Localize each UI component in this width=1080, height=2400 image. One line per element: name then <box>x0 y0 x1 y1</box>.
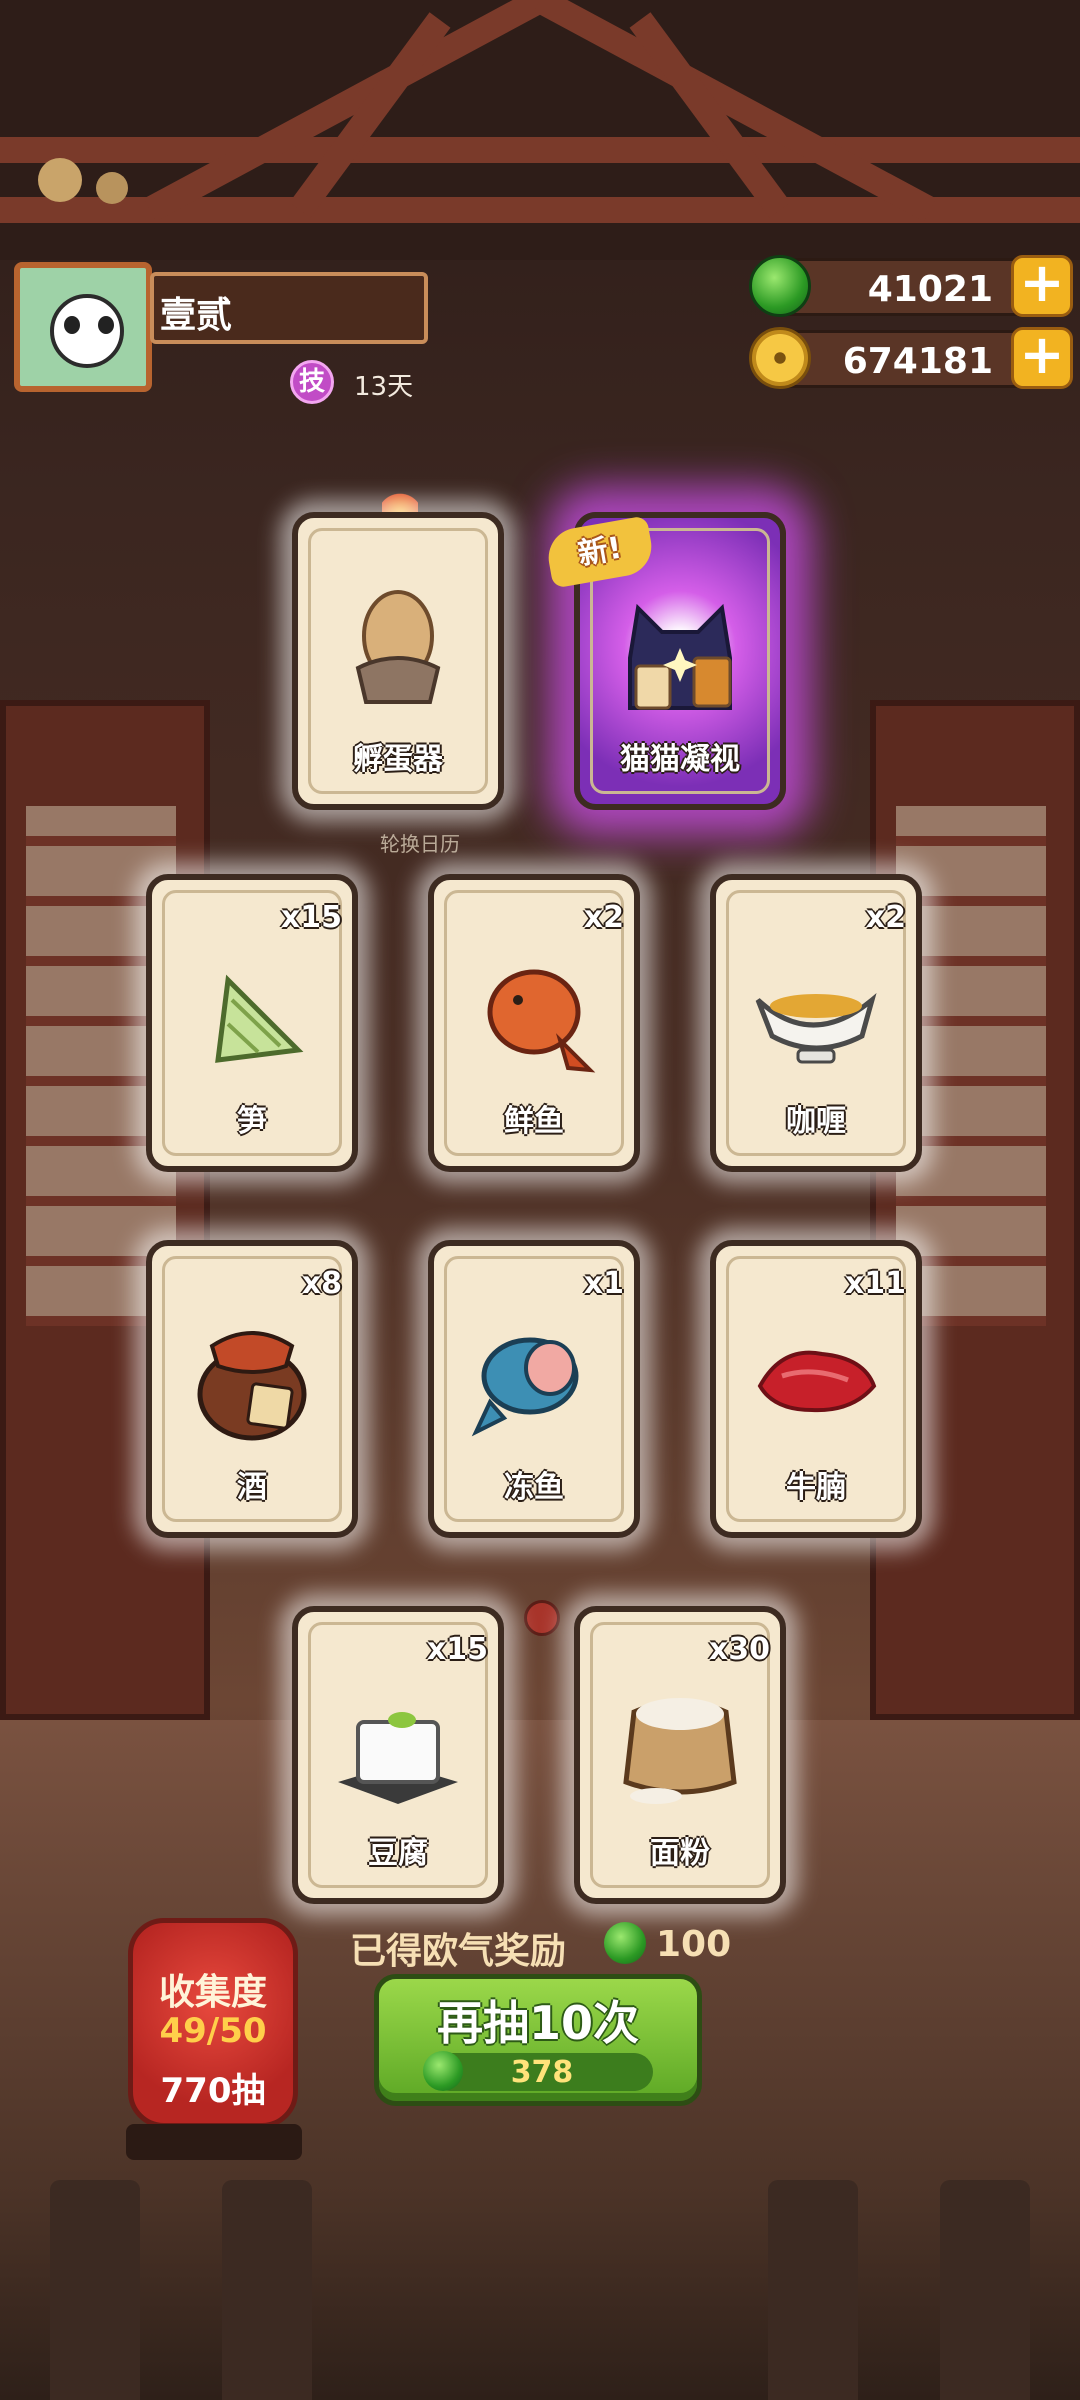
card-label: 豆腐 <box>368 1836 428 1871</box>
player-name: 壹贰 <box>160 295 233 336</box>
tofu-icon <box>338 1712 458 1804</box>
ornament-icon <box>524 1600 560 1636</box>
collection-lantern[interactable]: 收集度 49/50 770抽 <box>128 1918 298 2128</box>
coin-currency: 674181 + <box>749 327 1073 389</box>
wine-jar-icon <box>197 1331 307 1441</box>
add-jade-button[interactable]: + <box>1011 255 1073 317</box>
player-avatar[interactable] <box>14 262 152 392</box>
beef-brisket-icon <box>757 1350 877 1413</box>
fence-post <box>222 2180 312 2400</box>
cat-gaze-icon <box>628 603 732 710</box>
player-name-box: 壹贰 <box>150 272 428 344</box>
reward-label: 已得欧气奖励 <box>350 1931 567 1972</box>
card-wine[interactable]: x8 酒 <box>146 1240 358 1538</box>
jade-amount: 41021 <box>867 269 993 310</box>
card-bamboo-shoot[interactable]: x15 笋 <box>146 874 358 1172</box>
jade-icon <box>749 255 811 317</box>
card-fresh-fish[interactable]: x2 鲜鱼 <box>428 874 640 1172</box>
curry-gravy-boat-icon <box>755 992 877 1064</box>
card-count: x1 <box>583 1266 624 1301</box>
card-label: 牛腩 <box>786 1470 846 1505</box>
draw-again-label: 再抽10次 <box>436 1996 639 2050</box>
egg-incubator-icon <box>355 590 441 704</box>
draw-again-button[interactable]: 再抽10次 378 <box>374 1974 702 2106</box>
coin-amount: 674181 <box>842 341 993 382</box>
jade-currency: 41021 + <box>749 255 1073 317</box>
card-beef-brisket[interactable]: x11 牛腩 <box>710 1240 922 1538</box>
collection-title: 收集度 <box>158 1972 267 2013</box>
card-count: x15 <box>426 1632 488 1667</box>
skill-badge-icon[interactable]: 技 <box>290 360 334 404</box>
lantern-stand <box>126 2124 302 2160</box>
card-flour[interactable]: x30 面粉 <box>574 1606 786 1904</box>
bamboo-shoot-icon <box>215 974 304 1063</box>
card-label: 猫猫凝视 <box>620 742 740 777</box>
reward-value: 100 <box>656 1924 732 1965</box>
fence-post <box>768 2180 858 2400</box>
card-label: 面粉 <box>650 1836 710 1871</box>
door-right <box>870 700 1080 1720</box>
draw-cost: 378 <box>510 2055 574 2090</box>
card-label: 酒 <box>237 1470 267 1505</box>
card-label: 冻鱼 <box>504 1470 564 1505</box>
card-count: x11 <box>844 1266 906 1301</box>
card-count: x2 <box>583 900 624 935</box>
card-curry[interactable]: x2 咖喱 <box>710 874 922 1172</box>
collection-draws: 770抽 <box>160 2071 266 2111</box>
card-incubator[interactable]: 孵蛋器 <box>292 512 504 810</box>
card-count: x30 <box>708 1632 770 1667</box>
card-tofu[interactable]: x15 豆腐 <box>292 1606 504 1904</box>
fence-post <box>50 2180 140 2400</box>
draw-cost-pill: 378 <box>423 2051 653 2091</box>
flour-sack-icon <box>623 1698 737 1804</box>
fence-post <box>940 2180 1030 2400</box>
fresh-fish-icon <box>487 969 596 1073</box>
days-count: 13天 <box>354 372 414 402</box>
roof-beams <box>0 0 1080 260</box>
bird-left <box>38 158 82 202</box>
card-label: 鲜鱼 <box>504 1104 564 1139</box>
frozen-fish-icon <box>471 1337 579 1437</box>
card-label: 咖喱 <box>786 1104 846 1139</box>
coin-icon <box>749 327 811 389</box>
collection-progress: 49/50 <box>159 2011 267 2051</box>
card-count: x15 <box>280 900 342 935</box>
card-frozen-fish[interactable]: x1 冻鱼 <box>428 1240 640 1538</box>
card-count: x2 <box>865 900 906 935</box>
card-count: x8 <box>301 1266 342 1301</box>
jade-icon <box>604 1922 646 1964</box>
card-label: 笋 <box>237 1104 267 1139</box>
rotation-calendar-label[interactable]: 轮换日历 <box>380 828 460 857</box>
card-label: 孵蛋器 <box>353 742 443 777</box>
add-coin-button[interactable]: + <box>1011 327 1073 389</box>
door-left <box>0 700 210 1720</box>
